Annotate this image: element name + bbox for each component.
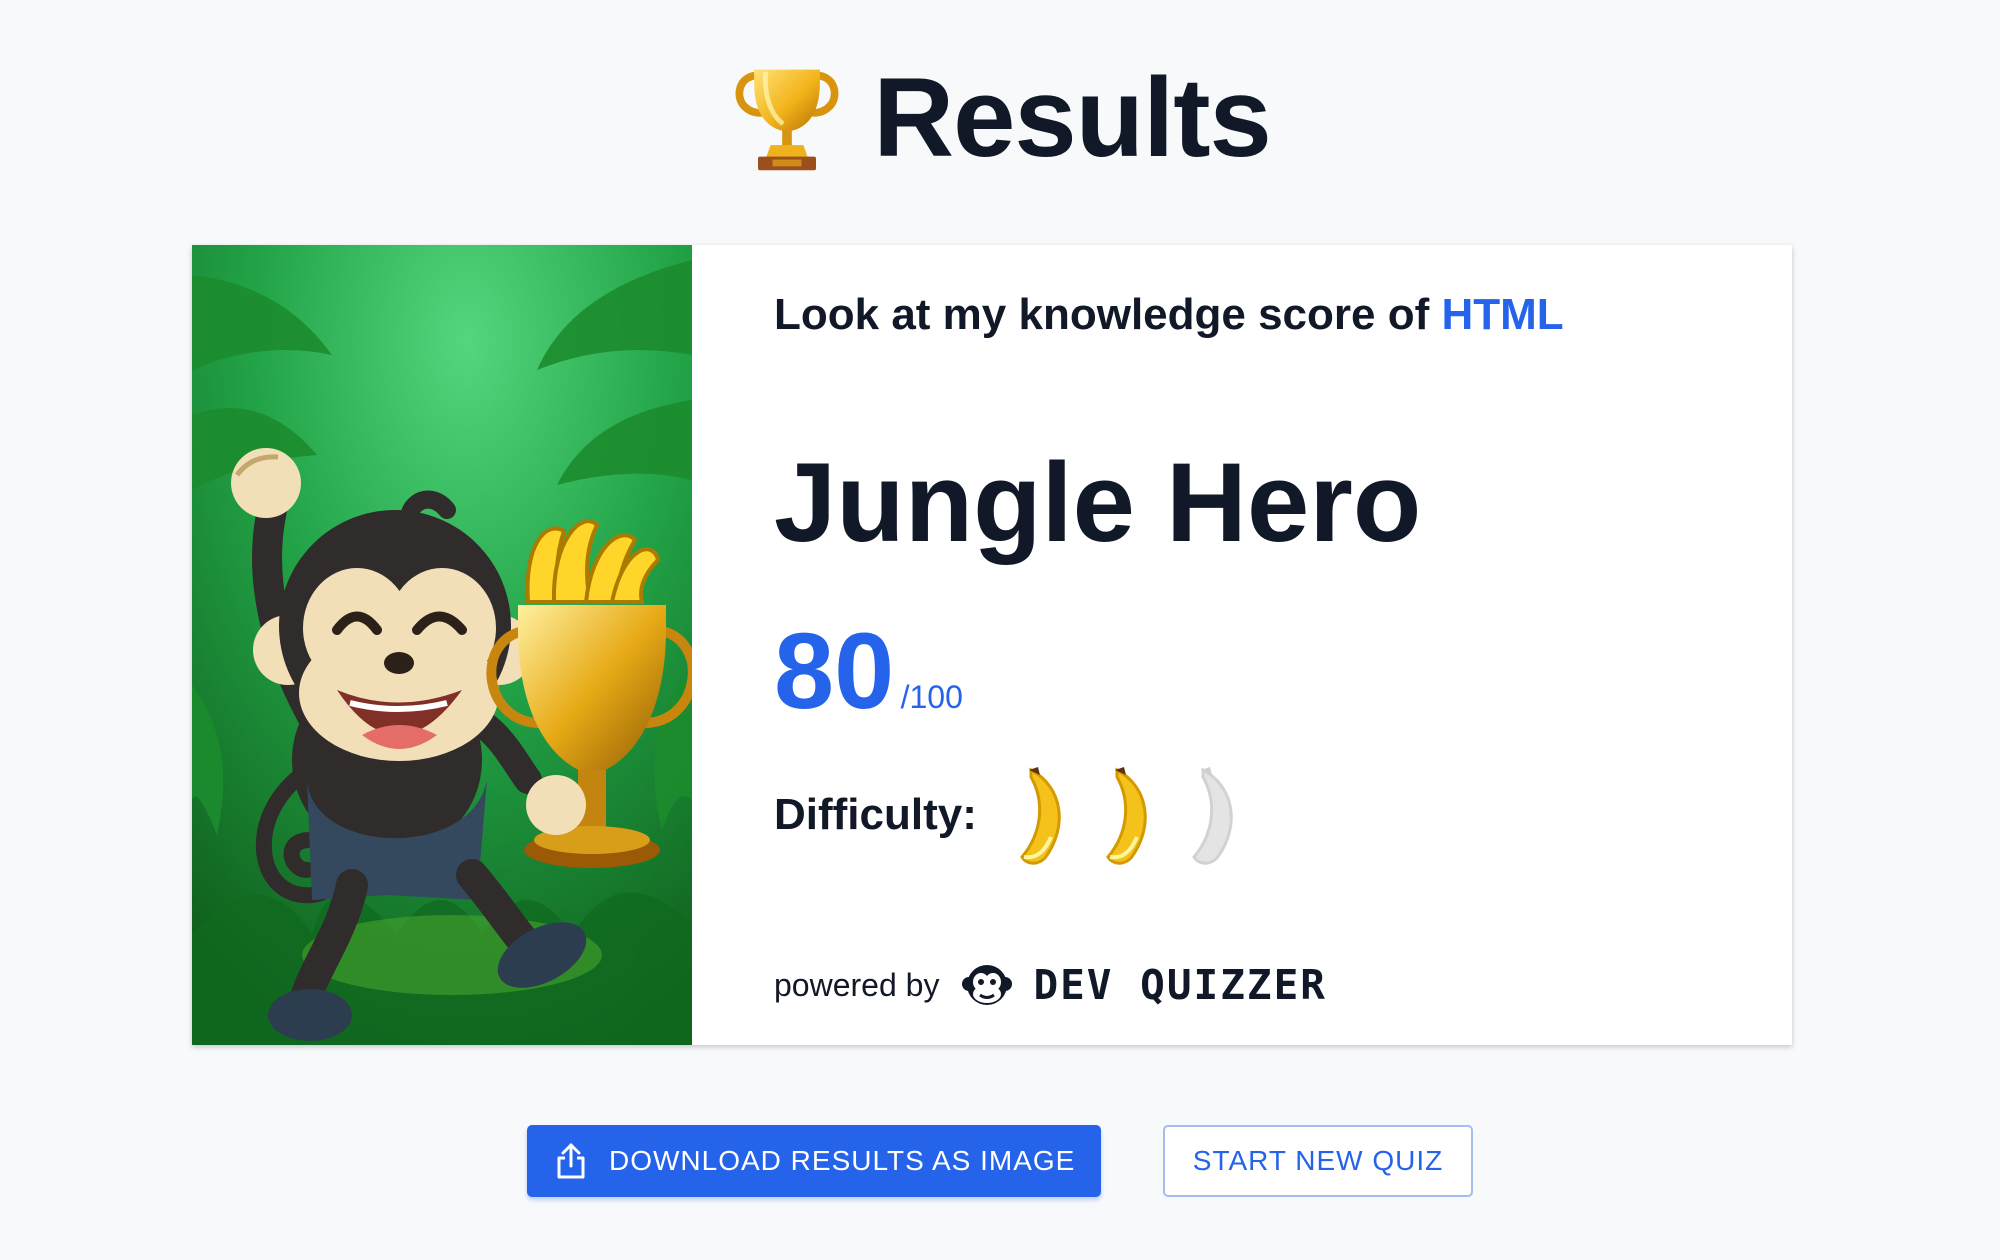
banana-icon [1106,767,1147,865]
trophy-icon [735,69,839,171]
result-actions: DOWNLOAD RESULTS AS IMAGE START NEW QUIZ [0,1125,2000,1199]
powered-by: powered by DEV QUIZZER [774,955,1327,1015]
monkey-trophy-illustration [192,245,692,1045]
results-card: Look at my knowledge score of HTML Jungl… [192,245,1792,1045]
difficulty-label: Difficulty: [774,790,977,839]
page-header: Results [0,48,2000,188]
banana-empty-icon [1192,767,1233,865]
download-results-button[interactable]: DOWNLOAD RESULTS AS IMAGE [527,1125,1101,1197]
page-title: Results [873,55,1272,180]
share-upload-icon [557,1143,585,1179]
start-new-quiz-label: START NEW QUIZ [1192,1145,1444,1176]
score-max: /100 [900,679,963,715]
score-display: 80 /100 [774,617,963,725]
difficulty-rating: Difficulty: [774,765,1269,865]
brand-name: DEV QUIZZER [1033,961,1327,1009]
results-content: Look at my knowledge score of HTML Jungl… [774,245,1754,1045]
share-heading: Look at my knowledge score of HTML [774,290,1564,340]
powered-by-label: powered by [774,966,940,1003]
banana-icon [1020,767,1061,865]
share-heading-text: Look at my knowledge score of [774,290,1430,339]
start-new-quiz-button[interactable]: START NEW QUIZ [1163,1125,1473,1197]
rank-title: Jungle Hero [774,440,1422,565]
monkey-logo-icon [962,965,1013,1005]
download-results-label: DOWNLOAD RESULTS AS IMAGE [609,1145,1076,1176]
quiz-topic: HTML [1441,290,1564,339]
score-value: 80 [774,610,895,731]
